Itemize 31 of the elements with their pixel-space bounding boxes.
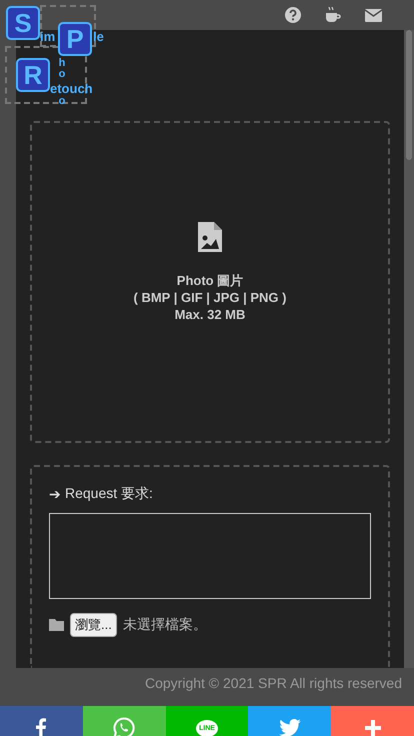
photo-drop-zone[interactable]: Photo 圖片 ( BMP | GIF | JPG | PNG ) Max. 32 MB: [30, 121, 390, 444]
logo-vertical-text: ho: [58, 58, 66, 80]
request-label: Request 要求:: [65, 485, 153, 504]
max-size: Max. 32 MB: [174, 306, 246, 323]
copyright-text: Copyright © 2021 SPR All rights reserved: [145, 675, 402, 691]
logo-text: etouch: [50, 82, 93, 95]
file-status: 未選擇檔案。: [122, 616, 207, 634]
plus-icon: [364, 720, 381, 736]
coffee-cup-icon[interactable]: [325, 6, 341, 24]
browse-button[interactable]: 瀏覽...: [70, 613, 117, 638]
phone-bubble-icon: [113, 717, 136, 736]
facebook-icon: [36, 718, 46, 736]
logo-text: le: [93, 30, 104, 43]
share-button[interactable]: [248, 706, 332, 736]
arrow-icon: ➔: [49, 486, 61, 502]
logo-text: im: [40, 30, 56, 43]
logo-r-tile: R: [16, 58, 50, 92]
format-list: ( BMP | GIF | JPG | PNG ): [134, 288, 286, 306]
bird-icon: [278, 719, 301, 736]
more-share-button[interactable]: [331, 706, 414, 736]
image-file-icon: [198, 222, 222, 252]
folder-icon: [49, 619, 64, 632]
photo-title: Photo 圖片: [176, 272, 244, 289]
logo-vertical-text: o: [58, 96, 66, 107]
mail-icon[interactable]: [365, 8, 382, 22]
request-field[interactable]: [49, 513, 371, 600]
logo-p-tile: P: [58, 22, 92, 56]
scrollbar-thumb[interactable]: [406, 30, 412, 160]
share-button[interactable]: [0, 706, 83, 736]
logo-s-tile: S: [6, 6, 40, 40]
help-icon[interactable]: [285, 7, 301, 23]
